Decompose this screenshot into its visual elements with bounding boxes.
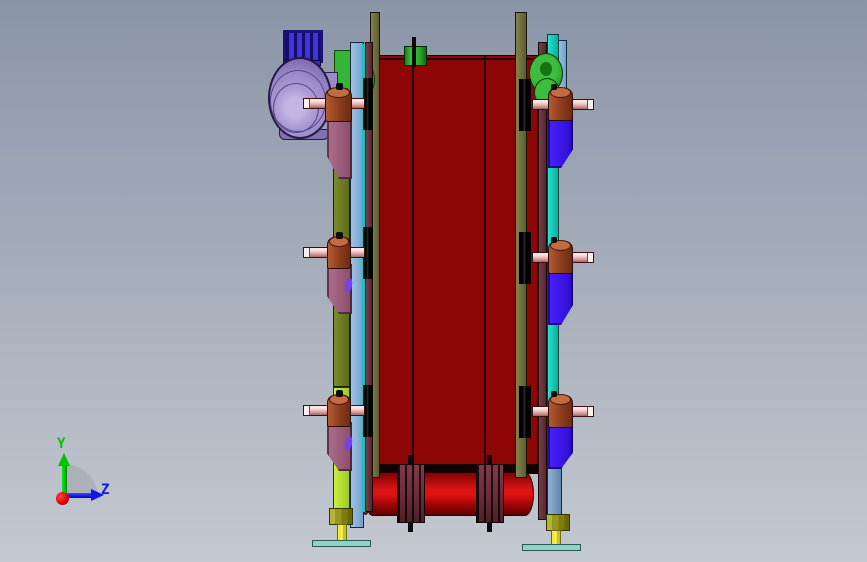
- tension-bracket-right-bottom[interactable]: [548, 423, 573, 469]
- belt-seam-right: [484, 56, 486, 468]
- cad-viewport[interactable]: Y Z: [0, 0, 867, 562]
- axis-z-shaft: [66, 493, 92, 498]
- rod-bushing[interactable]: [548, 87, 573, 121]
- sensor-pin: [412, 37, 416, 67]
- bushing-bolt: [551, 391, 557, 397]
- foot-plate-left[interactable]: [312, 540, 371, 547]
- belt-seam-left: [412, 56, 414, 468]
- rod-bushing[interactable]: [325, 87, 352, 122]
- shaft-flange: [519, 232, 531, 284]
- axis-y-arrowhead: [58, 453, 70, 466]
- bushing-bolt: [336, 83, 343, 90]
- pulley-hub-right: [540, 62, 552, 76]
- tension-bracket-right-top[interactable]: [548, 116, 573, 168]
- rod-bushing[interactable]: [327, 236, 351, 269]
- frame-strip-right[interactable]: [538, 42, 547, 520]
- axis-z-label: Z: [101, 482, 110, 498]
- tension-bracket-left-top[interactable]: [327, 115, 352, 179]
- bushing-bolt: [551, 237, 557, 243]
- rod-bushing[interactable]: [548, 394, 573, 428]
- leveling-nut-left[interactable]: [329, 508, 353, 525]
- axis-y-label: Y: [57, 436, 66, 452]
- belt-top-edge: [359, 58, 537, 60]
- roller-coupling-right[interactable]: [476, 464, 504, 523]
- bushing-bolt: [551, 84, 557, 90]
- rod-bushing[interactable]: [548, 240, 573, 274]
- bushing-bolt: [336, 390, 343, 397]
- shaft-flange: [519, 79, 531, 131]
- bushing-bolt: [336, 232, 343, 239]
- rod-bushing[interactable]: [327, 394, 351, 427]
- foot-plate-right[interactable]: [522, 544, 581, 551]
- shaft-flange: [519, 386, 531, 438]
- conveyor-belt[interactable]: [358, 55, 538, 470]
- tension-bracket-right-middle[interactable]: [548, 269, 573, 325]
- return-roller[interactable]: [364, 472, 534, 516]
- leveling-nut-right[interactable]: [546, 514, 570, 531]
- roller-coupling-left[interactable]: [397, 464, 425, 523]
- axis-x-origin: [56, 492, 69, 505]
